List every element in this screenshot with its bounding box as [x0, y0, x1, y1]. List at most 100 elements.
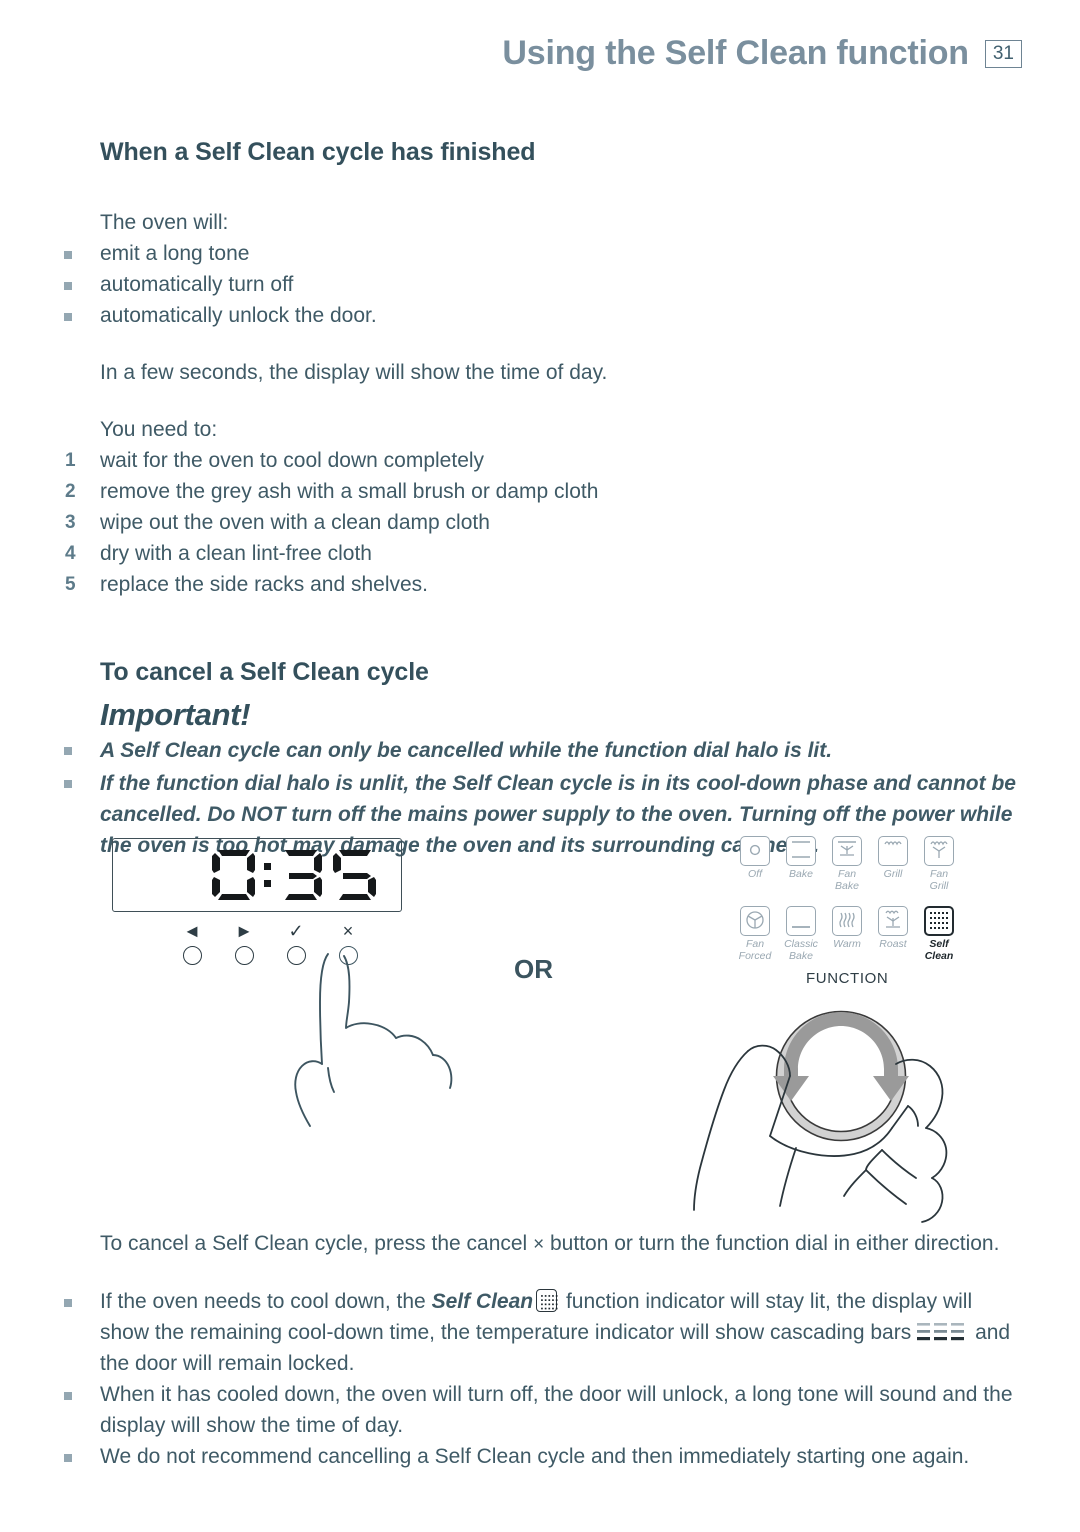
forward-button[interactable] — [218, 946, 270, 965]
hand-turning-dial-illustration[interactable] — [686, 988, 986, 1228]
step-number: 1 — [65, 450, 76, 471]
function-label: Off — [747, 868, 762, 880]
list-item: 2 remove the grey ash with a small brush … — [65, 476, 1025, 507]
list-item: 3 wipe out the oven with a clean damp clo… — [65, 507, 1025, 538]
list-item-text: dry with a clean lint-free cloth — [100, 542, 372, 565]
bullet-square-icon — [64, 251, 72, 259]
list-item-text: remove the grey ash with a small brush o… — [100, 480, 599, 503]
list-item-text: automatically unlock the door. — [100, 304, 377, 327]
function-icon-grid: Off Bake Fan Bake Grill Fan Grill Fan Fo… — [732, 836, 964, 962]
function-self-clean[interactable]: Self Clean — [916, 906, 962, 962]
function-classic-bake[interactable]: Classic Bake — [778, 906, 824, 962]
function-bake[interactable]: Bake — [778, 836, 824, 892]
bottom-text-area: To cancel a Self Clean cycle, press the … — [64, 1228, 1025, 1472]
forward-button-circle-icon — [234, 946, 254, 965]
function-row-1: Off Bake Fan Bake Grill Fan Grill — [732, 836, 964, 892]
cancel-sentence-part-b: button or turn the function dial in eith… — [544, 1232, 1000, 1255]
page-title: Using the Self Clean function — [502, 34, 969, 72]
list-item: 4 dry with a clean lint-free cloth — [65, 538, 1025, 569]
list-item: 5 replace the side racks and shelves. — [65, 569, 1025, 600]
bullet-square-icon — [64, 313, 72, 321]
back-button-circle-icon — [182, 946, 202, 965]
or-label: OR — [514, 954, 553, 984]
fan-bake-icon — [832, 836, 862, 866]
you-need-to-intro: You need to: — [100, 418, 218, 441]
seven-segment-time — [212, 850, 376, 900]
list-item-text: wait for the oven to cool down completel… — [100, 449, 485, 472]
self-clean-icon — [536, 1289, 558, 1312]
function-grill[interactable]: Grill — [870, 836, 916, 892]
cancel-sentence-part-a: To cancel a Self Clean cycle, press the … — [100, 1232, 534, 1255]
list-item-text: When it has cooled down, the oven will t… — [100, 1383, 1013, 1437]
function-roast[interactable]: Roast — [870, 906, 916, 962]
you-need-to-steps: 1 wait for the oven to cool down complete… — [65, 445, 1025, 600]
bullet-square-icon — [64, 747, 72, 755]
page-number-box: 31 — [984, 39, 1022, 68]
function-label: Fan Bake — [835, 868, 859, 892]
list-item: A Self Clean cycle can only be cancelled… — [64, 735, 1025, 766]
list-item: automatically unlock the door. — [64, 300, 1025, 331]
function-label: Grill — [883, 868, 903, 880]
function-off[interactable]: Off — [732, 836, 778, 892]
list-item-text: automatically turn off — [100, 273, 294, 296]
list-item: 1 wait for the oven to cool down complete… — [65, 445, 1025, 476]
cancel-instruction-sentence: To cancel a Self Clean cycle, press the … — [100, 1228, 1025, 1260]
back-button[interactable] — [166, 946, 218, 965]
fan-forced-icon — [740, 906, 770, 936]
function-label: Roast — [879, 938, 907, 950]
bullet-square-icon — [64, 1299, 72, 1307]
confirm-button-glyph: ✓ — [288, 921, 304, 941]
list-item: We do not recommend cancelling a Self Cl… — [64, 1441, 1025, 1472]
main-content: When a Self Clean cycle has finished The… — [64, 120, 1025, 863]
cascading-bars-icon — [915, 1321, 969, 1345]
function-fan-grill[interactable]: Fan Grill — [916, 836, 962, 892]
function-fan-forced[interactable]: Fan Forced — [732, 906, 778, 962]
list-item: If the oven needs to cool down, the Self… — [64, 1286, 1025, 1379]
list-item: emit a long tone — [64, 238, 1025, 269]
fan-grill-icon — [924, 836, 954, 866]
important-title: Important! — [100, 697, 251, 732]
illustration-area: ◄ ► ✓ × OR Off Bake Fan Bake Grill Fan G… — [0, 828, 1080, 1223]
function-label: Fan Forced — [738, 938, 772, 962]
function-label: Bake — [789, 868, 813, 880]
function-label: Warm — [833, 938, 861, 950]
oven-will-bullets: emit a long tone automatically turn off … — [64, 238, 1025, 331]
section-heading-cancel: To cancel a Self Clean cycle — [100, 658, 429, 686]
display-time — [210, 847, 385, 903]
function-row-2: Fan Forced Classic Bake Warm Roast Self … — [732, 906, 964, 962]
cancel-x-icon: × — [533, 1234, 545, 1255]
off-icon — [740, 836, 770, 866]
display-time-note: In a few seconds, the display will show … — [100, 361, 608, 384]
self-clean-icon — [924, 906, 954, 936]
step-number: 3 — [65, 512, 76, 533]
bullet-square-icon — [64, 1392, 72, 1400]
classic-bake-icon — [786, 906, 816, 936]
step-number: 4 — [65, 543, 76, 564]
bullet-square-icon — [64, 780, 72, 788]
function-label: Self Clean — [924, 938, 954, 962]
bullet1-self-clean-bold: Self Clean — [431, 1290, 534, 1313]
warm-icon — [832, 906, 862, 936]
list-item-text: wipe out the oven with a clean damp clot… — [100, 511, 490, 534]
page-number: 31 — [992, 43, 1014, 64]
bullet1-part-a: If the oven needs to cool down, the — [100, 1290, 432, 1313]
cancel-button-glyph: × — [342, 921, 354, 941]
function-warm[interactable]: Warm — [824, 906, 870, 962]
bake-icon — [786, 836, 816, 866]
display-button-glyph-row: ◄ ► ✓ × — [112, 922, 402, 940]
back-button-glyph: ◄ — [183, 921, 201, 941]
roast-icon — [878, 906, 908, 936]
function-label: Fan Grill — [929, 868, 949, 892]
function-dial-label: FUNCTION — [806, 970, 889, 987]
list-item-text: A Self Clean cycle can only be cancelled… — [100, 739, 833, 762]
function-label: Classic Bake — [784, 938, 818, 962]
list-item: automatically turn off — [64, 269, 1025, 300]
list-item-text: We do not recommend cancelling a Self Cl… — [100, 1445, 970, 1468]
bullet-square-icon — [64, 282, 72, 290]
function-fan-bake[interactable]: Fan Bake — [824, 836, 870, 892]
step-number: 5 — [65, 574, 76, 595]
oven-display-panel — [112, 838, 402, 912]
list-item: When it has cooled down, the oven will t… — [64, 1379, 1025, 1441]
bullet-square-icon — [64, 1454, 72, 1462]
cooldown-bullets: If the oven needs to cool down, the Self… — [64, 1286, 1025, 1472]
